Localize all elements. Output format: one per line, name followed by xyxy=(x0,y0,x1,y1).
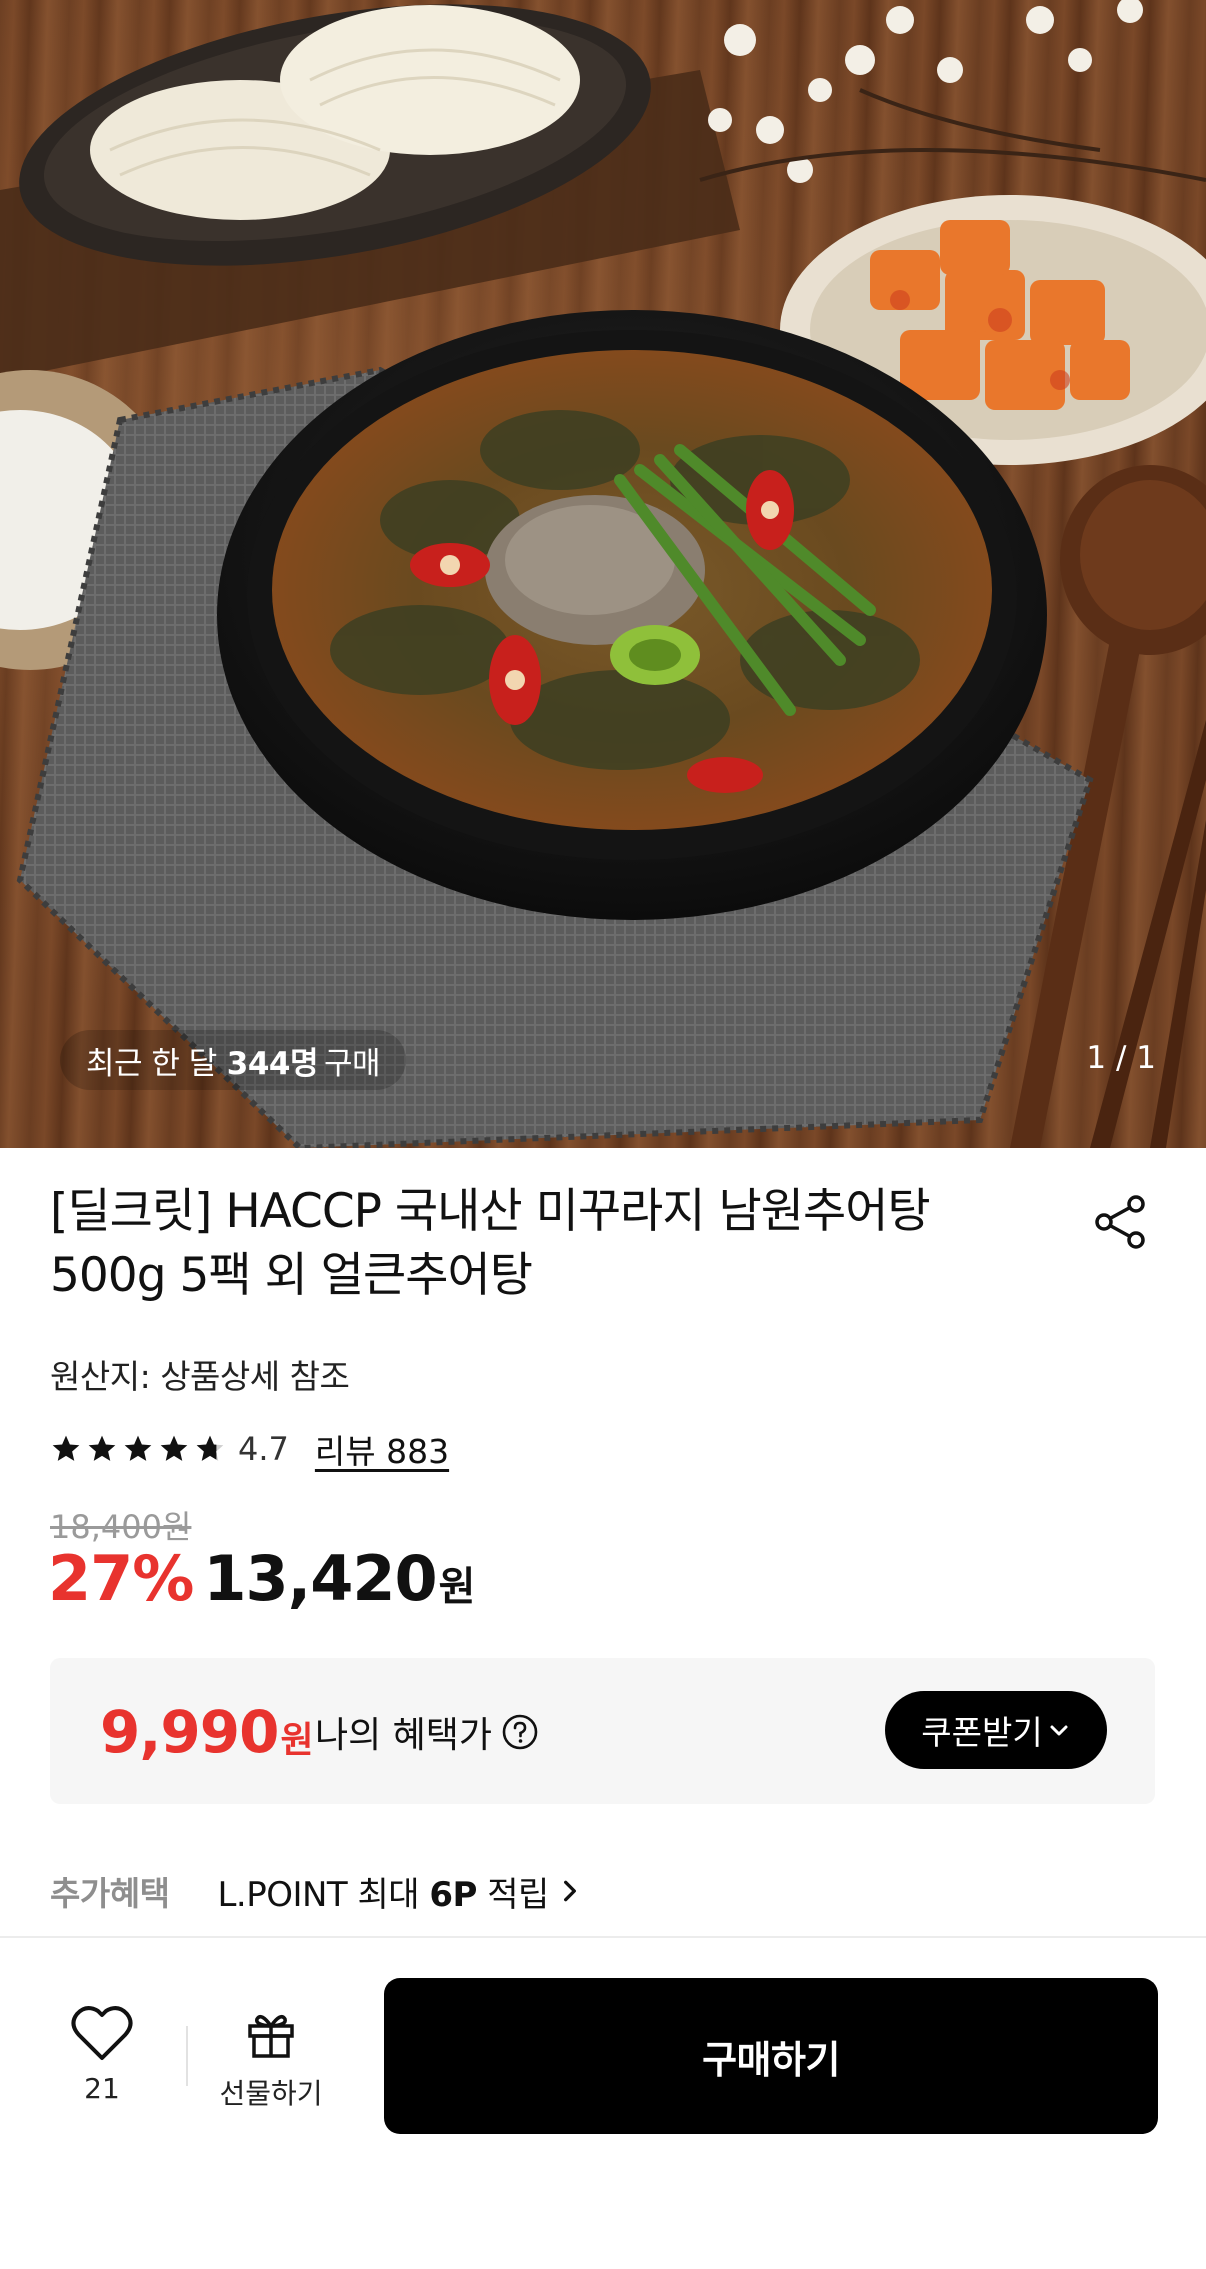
star-partial-icon xyxy=(196,1435,224,1461)
question-circle-icon[interactable] xyxy=(500,1712,540,1752)
rating-value: 4.7 xyxy=(238,1430,289,1468)
sale-price-row: 27% 13,420 원 xyxy=(48,1542,475,1615)
sale-price-unit: 원 xyxy=(438,1564,476,1610)
product-photo xyxy=(0,0,1206,1148)
star-full-icon xyxy=(52,1435,80,1461)
rating-row: 4.7 리뷰 883 xyxy=(50,1424,449,1474)
recent-purchases-count: 344명 xyxy=(226,1045,319,1082)
lpoint-points: 6P xyxy=(429,1874,477,1915)
benefit-label: 나의 혜택가 xyxy=(315,1706,540,1758)
gift-button[interactable]: 선물하기 xyxy=(206,2008,336,2128)
sale-price: 13,420 xyxy=(203,1542,437,1615)
extra-benefit-row[interactable]: 추가혜택 L.POINT 최대 6P 적립 xyxy=(50,1866,583,1916)
buy-button[interactable]: 구매하기 xyxy=(384,1978,1158,2134)
divider xyxy=(186,2026,188,2086)
bottom-action-bar: 21 선물하기 구매하기 xyxy=(0,1936,1206,2269)
recent-purchases-prefix: 최근 한 달 xyxy=(86,1045,217,1082)
image-page-counter: 1 / 1 xyxy=(1086,1040,1156,1076)
rating-stars xyxy=(50,1433,226,1465)
chevron-right-icon xyxy=(563,1880,576,1902)
lpoint-suffix: 적립 xyxy=(487,1874,549,1915)
star-full-icon xyxy=(88,1435,116,1461)
benefit-price-value: 9,990 xyxy=(100,1698,279,1766)
heart-icon xyxy=(71,2006,133,2060)
product-title: [딜크릿] HACCP 국내산 미꾸라지 남원추어탕 500g 5팩 외 얼큰추… xyxy=(50,1184,931,1303)
extra-benefit-label: 추가혜택 xyxy=(50,1874,170,1913)
recent-purchases-badge: 최근 한 달 344명 구매 xyxy=(60,1030,407,1090)
star-full-icon xyxy=(160,1435,188,1461)
share-icon xyxy=(1095,1195,1145,1249)
get-coupon-button[interactable]: 쿠폰받기 xyxy=(885,1691,1107,1769)
chevron-down-icon xyxy=(1050,1725,1068,1736)
gift-icon xyxy=(248,2014,294,2058)
benefit-label-text: 나의 혜택가 xyxy=(315,1715,493,1756)
benefit-price-box: 9,990 원 나의 혜택가 쿠폰받기 xyxy=(50,1658,1155,1804)
origin-info: 원산지: 상품상세 참조 xyxy=(50,1357,350,1396)
review-count-link[interactable]: 리뷰 883 xyxy=(315,1425,449,1473)
like-button[interactable]: 21 xyxy=(50,2004,154,2124)
star-full-icon xyxy=(124,1435,152,1461)
benefit-price-unit: 원 xyxy=(280,1720,314,1761)
lpoint-prefix: L.POINT 최대 xyxy=(217,1874,420,1915)
product-hero-image[interactable]: 최근 한 달 344명 구매 1 / 1 xyxy=(0,0,1206,1148)
share-button[interactable] xyxy=(1090,1192,1150,1252)
like-count: 21 xyxy=(84,2072,120,2105)
gift-label: 선물하기 xyxy=(219,2077,323,2110)
recent-purchases-suffix: 구매 xyxy=(324,1045,381,1082)
benefit-price: 9,990 원 xyxy=(100,1698,314,1766)
get-coupon-label: 쿠폰받기 xyxy=(921,1713,1043,1752)
lpoint-info: L.POINT 최대 6P 적립 xyxy=(217,1867,549,1916)
discount-rate: 27% xyxy=(48,1542,194,1615)
